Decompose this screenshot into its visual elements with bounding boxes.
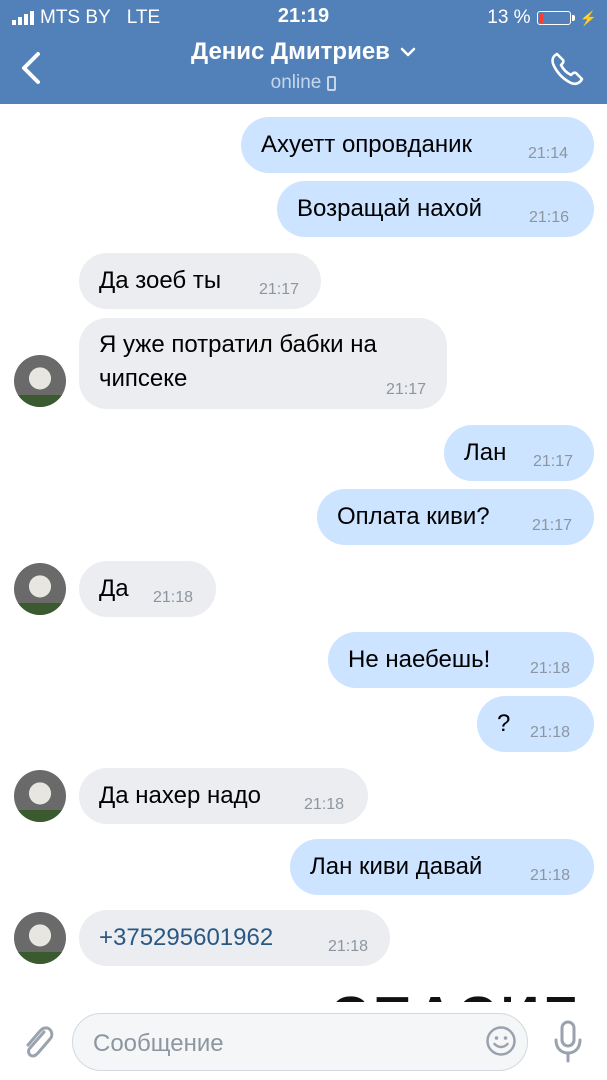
message-text: Возращай нахой: [297, 195, 483, 222]
status-bar: MTS BY LTE 21:19 13 % ⚡: [0, 0, 607, 34]
message-text: Лан: [464, 439, 507, 466]
composer-bar: Сообщение: [0, 1002, 607, 1080]
mobile-device-icon: [327, 75, 337, 91]
message-time: 21:17: [532, 517, 573, 534]
message-time: 21:17: [259, 281, 300, 298]
message-text: ?: [497, 710, 511, 737]
call-icon[interactable]: [547, 48, 587, 88]
message-bubble-incoming[interactable]: Да 21:18: [79, 561, 216, 617]
message-bubble-outgoing[interactable]: Не наебешь! 21:18: [328, 632, 594, 688]
message-text: Лан киви давай: [310, 853, 483, 880]
message-text: Ахуетт опровданик: [261, 131, 472, 158]
message-bubble-outgoing[interactable]: Лан 21:17: [444, 425, 594, 481]
message-text: Не наебешь!: [348, 646, 491, 673]
message-bubble-outgoing[interactable]: ? 21:18: [477, 696, 594, 752]
message-bubble-outgoing[interactable]: Ахуетт опровданик 21:14: [241, 117, 594, 173]
charging-icon: ⚡: [579, 9, 597, 26]
message-time: 21:18: [328, 938, 369, 955]
phone-number-link[interactable]: +375295601962: [99, 924, 273, 952]
message-time: 21:18: [304, 796, 345, 813]
contact-avatar[interactable]: [14, 355, 66, 407]
microphone-icon[interactable]: [552, 1020, 584, 1064]
message-time: 21:17: [533, 453, 574, 470]
paperclip-icon[interactable]: [18, 1020, 54, 1062]
message-time: 21:16: [529, 209, 570, 226]
message-text: Да зоеб ты: [99, 267, 222, 294]
message-bubble-outgoing[interactable]: Лан киви давай 21:18: [290, 839, 594, 895]
message-time: 21:17: [386, 381, 427, 398]
message-input-placeholder: Сообщение: [93, 1030, 224, 1057]
message-time: 21:18: [530, 660, 571, 677]
message-text: Да нахер надо: [99, 782, 261, 809]
message-time: 21:14: [528, 145, 569, 162]
battery-percent: 13 %: [487, 7, 531, 28]
contact-name-wrap[interactable]: Денис Дмитриев: [191, 38, 416, 66]
message-bubble-incoming[interactable]: Да зоеб ты 21:17: [79, 253, 321, 309]
chevron-down-icon: [400, 47, 416, 57]
contact-avatar[interactable]: [14, 912, 66, 964]
message-text: Да: [99, 575, 129, 602]
message-bubble-outgoing[interactable]: Возращай нахой 21:16: [277, 181, 594, 237]
message-time: 21:18: [530, 724, 571, 741]
contact-avatar[interactable]: [14, 770, 66, 822]
message-bubble-incoming[interactable]: Да нахер надо 21:18: [79, 768, 368, 824]
chat-header: MTS BY LTE 21:19 13 % ⚡ Денис Дмитриев o…: [0, 0, 607, 104]
message-text: Оплата киви?: [337, 503, 490, 530]
message-time: 21:18: [530, 867, 571, 884]
contact-title-area[interactable]: Денис Дмитриев online: [0, 38, 607, 94]
message-bubble-incoming[interactable]: Я уже потратил бабки на чипсеке 21:17: [79, 318, 447, 409]
contact-name: Денис Дмитриев: [191, 38, 390, 65]
sticker-text-partial: СПАСИБО: [330, 966, 590, 1006]
message-input[interactable]: Сообщение: [72, 1013, 528, 1071]
message-time: 21:18: [153, 589, 194, 606]
emoji-icon[interactable]: [485, 1025, 517, 1057]
message-bubble-outgoing[interactable]: Оплата киви? 21:17: [317, 489, 594, 545]
online-status: online: [270, 72, 322, 93]
contact-avatar[interactable]: [14, 563, 66, 615]
battery-icon: [536, 11, 575, 25]
message-bubble-incoming[interactable]: +375295601962 21:18: [79, 910, 390, 966]
